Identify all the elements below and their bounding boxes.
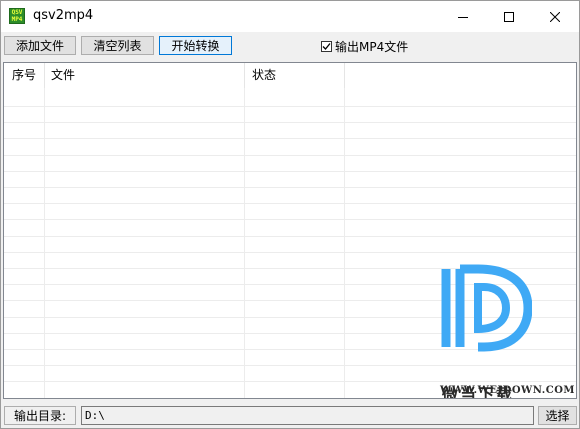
column-divider — [344, 88, 345, 398]
output-dir-label: 输出目录: — [4, 406, 76, 425]
row-gridline — [4, 171, 576, 172]
maximize-button[interactable] — [486, 1, 532, 32]
close-icon — [550, 11, 560, 22]
column-header-file[interactable]: 文件 — [45, 63, 245, 88]
app-icon-line-2: MP4 — [11, 16, 23, 23]
output-mp4-checkbox[interactable] — [321, 41, 332, 52]
row-gridline — [4, 106, 576, 107]
row-gridline — [4, 398, 576, 399]
list-header: 序号 文件 状态 — [4, 63, 576, 88]
row-gridline — [4, 122, 576, 123]
app-window: QSV MP4 qsv2mp4 添加文件 清空列表 开始转换 输出MP4文件 序… — [0, 0, 580, 429]
watermark-url: WWW.WEIDOWN.COM — [440, 385, 575, 396]
app-icon-line-1: QSV — [11, 9, 23, 16]
choose-dir-button[interactable]: 选择 — [538, 406, 577, 425]
row-gridline — [4, 219, 576, 220]
add-file-button[interactable]: 添加文件 — [4, 36, 76, 55]
title-bar: QSV MP4 qsv2mp4 — [1, 1, 579, 32]
row-gridline — [4, 236, 576, 237]
row-gridline — [4, 187, 576, 188]
row-gridline — [4, 155, 576, 156]
maximize-icon — [504, 11, 514, 22]
column-divider — [44, 88, 45, 398]
file-list[interactable]: 序号 文件 状态 微当下载 WWW.WEIDOWN.COM — [3, 62, 577, 399]
clear-list-button[interactable]: 清空列表 — [81, 36, 154, 55]
column-header-status[interactable]: 状态 — [245, 63, 345, 88]
column-divider — [244, 88, 245, 398]
start-convert-button[interactable]: 开始转换 — [159, 36, 232, 55]
row-gridline — [4, 138, 576, 139]
column-header-index[interactable]: 序号 — [4, 63, 45, 88]
output-mp4-label: 输出MP4文件 — [335, 40, 409, 54]
output-mp4-option[interactable]: 输出MP4文件 — [321, 38, 408, 55]
weidown-logo-icon — [441, 264, 533, 352]
row-gridline — [4, 203, 576, 204]
row-gridline — [4, 252, 576, 253]
output-dir-field[interactable]: D:\ — [81, 406, 534, 425]
checkmark-icon — [322, 43, 331, 50]
close-button[interactable] — [532, 1, 578, 32]
app-icon: QSV MP4 — [9, 8, 25, 24]
window-title: qsv2mp4 — [33, 8, 94, 23]
watermark: 微当下载 — [432, 263, 552, 398]
minimize-icon — [458, 16, 468, 18]
minimize-button[interactable] — [440, 1, 486, 32]
